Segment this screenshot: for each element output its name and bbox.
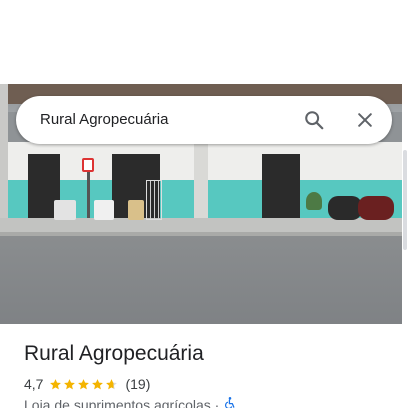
photo-plant bbox=[306, 192, 322, 210]
place-info-panel: Rural Agropecuária 4,7 (19) Loja de supr… bbox=[0, 324, 402, 408]
close-icon[interactable] bbox=[349, 104, 381, 136]
star-icon bbox=[78, 378, 90, 389]
search-input[interactable]: Rural Agropecuária bbox=[40, 96, 168, 144]
photo-motorcycle bbox=[328, 196, 362, 220]
search-icon[interactable] bbox=[298, 104, 330, 136]
place-category[interactable]: Loja de suprimentos agrícolas · bbox=[24, 397, 219, 408]
review-count[interactable]: (19) bbox=[125, 376, 150, 392]
photo-sacks bbox=[54, 200, 76, 220]
photo-door bbox=[262, 154, 300, 218]
star-icon bbox=[64, 378, 76, 389]
scrollbar-thumb[interactable] bbox=[403, 150, 407, 250]
rating-row[interactable]: 4,7 (19) bbox=[24, 376, 150, 392]
rating-stars bbox=[49, 378, 119, 391]
photo-sacks bbox=[128, 200, 144, 220]
category-row: Loja de suprimentos agrícolas · bbox=[24, 396, 237, 408]
search-bar[interactable]: Rural Agropecuária bbox=[16, 96, 392, 144]
star-icon bbox=[92, 378, 104, 389]
photo-pillar bbox=[194, 142, 208, 228]
place-title: Rural Agropecuária bbox=[24, 342, 204, 365]
photo-left-wall bbox=[0, 84, 8, 234]
photo-street-sign bbox=[82, 158, 94, 172]
top-blank-area bbox=[0, 0, 408, 84]
wheelchair-accessible-icon bbox=[223, 396, 237, 408]
photo-road bbox=[0, 236, 402, 324]
star-icon bbox=[106, 378, 118, 389]
photo-sacks bbox=[94, 200, 114, 220]
rating-value: 4,7 bbox=[24, 376, 44, 392]
photo-bird-cage bbox=[146, 180, 162, 220]
photo-sign-pole bbox=[87, 168, 90, 222]
photo-motorcycle bbox=[358, 196, 394, 220]
star-icon bbox=[50, 378, 62, 389]
